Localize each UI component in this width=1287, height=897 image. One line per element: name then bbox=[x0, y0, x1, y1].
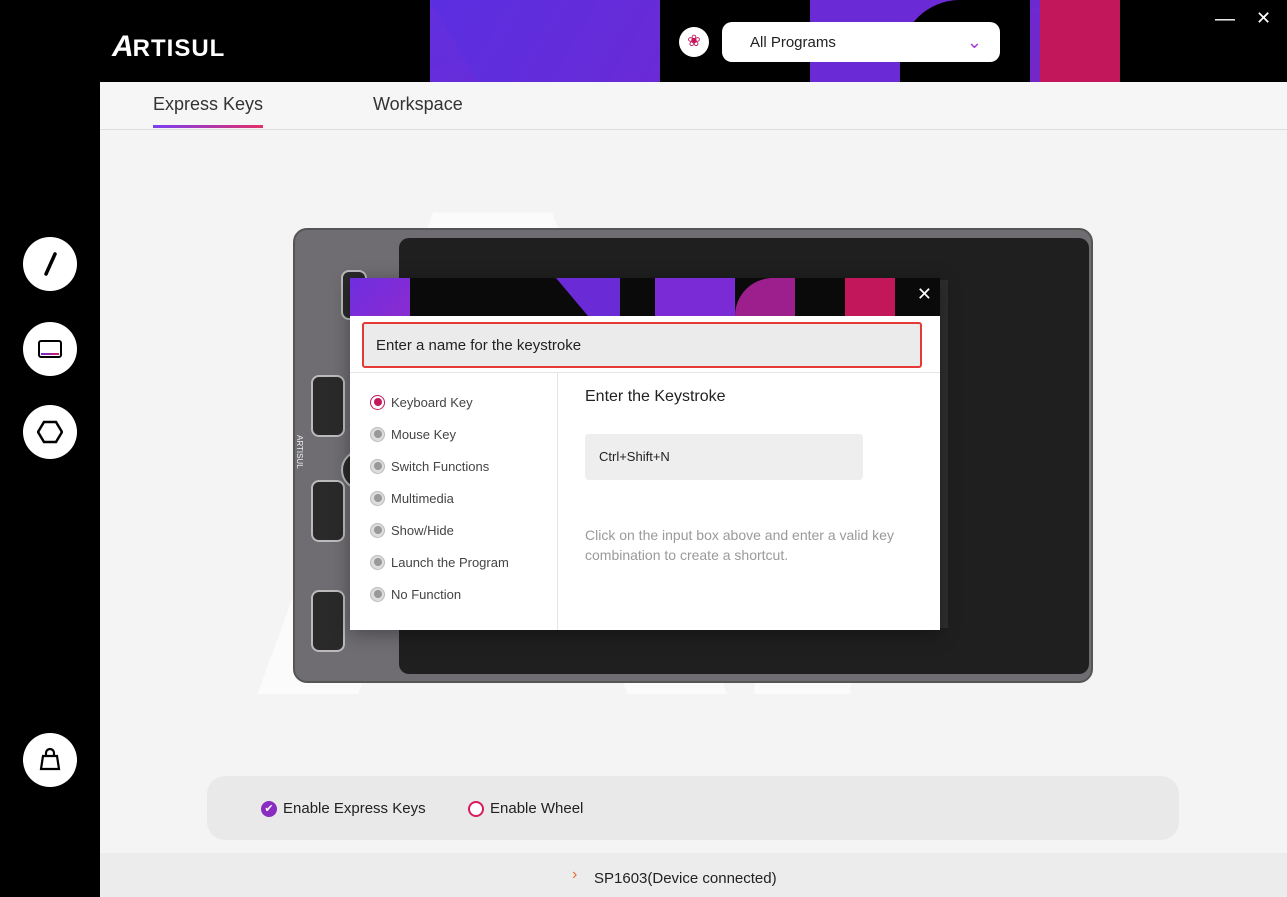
window-close-button[interactable]: ✕ bbox=[1256, 8, 1271, 29]
express-settings-button[interactable] bbox=[23, 405, 77, 459]
radio-switch-functions[interactable]: Switch Functions bbox=[370, 450, 509, 482]
shop-bag-icon bbox=[39, 747, 61, 771]
enable-express-keys-checkbox[interactable]: ✔ Enable Express Keys bbox=[261, 800, 426, 817]
keystroke-input[interactable]: Ctrl+Shift+N bbox=[585, 434, 863, 480]
radio-no-function[interactable]: No Function bbox=[370, 578, 509, 610]
status-bar: › SP1603(Device connected) bbox=[100, 853, 1287, 897]
hexagon-icon bbox=[37, 420, 63, 444]
radio-selected-icon bbox=[370, 394, 385, 410]
radio-mouse-key[interactable]: Mouse Key bbox=[370, 418, 509, 450]
radio-icon bbox=[370, 522, 385, 538]
tablet-settings-button[interactable] bbox=[23, 322, 77, 376]
tab-express-keys[interactable]: Express Keys bbox=[153, 94, 264, 128]
radio-launch-program[interactable]: Launch the Program bbox=[370, 546, 509, 578]
unchecked-icon bbox=[468, 800, 484, 817]
express-key[interactable] bbox=[311, 375, 345, 437]
app-logo: ARTISUL bbox=[112, 30, 226, 63]
device-status: SP1603(Device connected) bbox=[594, 870, 777, 887]
dialog-close-button[interactable]: ✕ bbox=[917, 284, 932, 305]
express-key[interactable] bbox=[311, 590, 345, 652]
program-group-icon[interactable]: ❀ bbox=[679, 27, 709, 57]
radio-icon bbox=[370, 458, 385, 474]
keystroke-value: Ctrl+Shift+N bbox=[599, 449, 670, 464]
radio-icon bbox=[370, 490, 385, 506]
shop-button[interactable] bbox=[23, 733, 77, 787]
radio-keyboard-key[interactable]: Keyboard Key bbox=[370, 386, 509, 418]
enable-wheel-checkbox[interactable]: Enable Wheel bbox=[468, 800, 583, 817]
minimize-button[interactable]: — bbox=[1215, 8, 1235, 31]
dialog-header: ✕ bbox=[350, 278, 940, 316]
keystroke-dialog: ✕ Keyboard Key Mouse Key Switch Function… bbox=[350, 278, 940, 630]
keystroke-help-text: Click on the input box above and enter a… bbox=[585, 527, 894, 563]
radio-icon bbox=[370, 554, 385, 570]
program-select-value: All Programs bbox=[750, 34, 836, 51]
chevron-right-icon[interactable]: › bbox=[572, 866, 577, 884]
pen-settings-button[interactable] bbox=[23, 237, 77, 291]
device-brand: ARTISUL bbox=[295, 435, 304, 469]
function-type-list: Keyboard Key Mouse Key Switch Functions … bbox=[370, 386, 509, 610]
pen-icon bbox=[44, 252, 57, 276]
program-select[interactable]: All Programs ⌄ bbox=[722, 22, 1000, 62]
express-options-bar: ✔ Enable Express Keys Enable Wheel bbox=[207, 776, 1179, 840]
radio-multimedia[interactable]: Multimedia bbox=[370, 482, 509, 514]
radio-show-hide[interactable]: Show/Hide bbox=[370, 514, 509, 546]
tab-workspace[interactable]: Workspace bbox=[373, 94, 463, 115]
keystroke-name-input[interactable] bbox=[364, 324, 920, 366]
radio-icon bbox=[370, 586, 385, 602]
checked-icon: ✔ bbox=[261, 800, 277, 817]
radio-icon bbox=[370, 426, 385, 442]
tab-bar: Express Keys Workspace bbox=[100, 82, 1287, 130]
express-key[interactable] bbox=[311, 480, 345, 542]
keystroke-name-field[interactable] bbox=[362, 322, 922, 368]
chevron-down-icon: ⌄ bbox=[966, 32, 982, 52]
tablet-screen-icon bbox=[38, 340, 62, 358]
keystroke-title: Enter the Keystroke bbox=[585, 388, 726, 405]
